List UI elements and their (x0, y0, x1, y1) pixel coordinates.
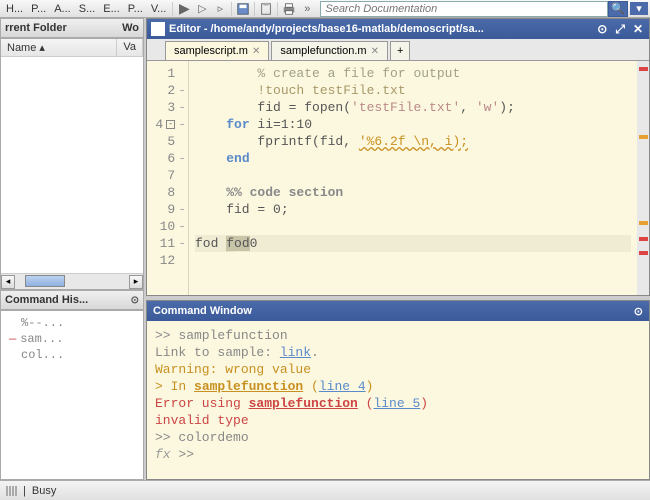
tab-close-icon[interactable]: ✕ (371, 46, 379, 57)
cmd-dropdown-icon[interactable]: ⊙ (634, 305, 643, 318)
command-window-header: Command Window ⊙ (147, 301, 649, 321)
menu-item[interactable]: A... (50, 2, 75, 16)
statusbar: | Busy (0, 480, 650, 500)
error-marker[interactable] (639, 67, 648, 71)
cmd-line: >> samplefunction (155, 327, 641, 344)
history-title: Command His... (5, 294, 88, 306)
run-icon[interactable]: ▶ (175, 1, 193, 17)
command-window-body[interactable]: >> samplefunctionLink to sample: link.Wa… (147, 321, 649, 479)
print-icon[interactable] (280, 1, 298, 17)
menu-item[interactable]: P... (124, 2, 147, 16)
folder-title: rrent Folder (5, 22, 67, 34)
editor-tabs: samplescript.m✕samplefunction.m✕+ (147, 39, 649, 61)
menu-item[interactable]: E... (99, 2, 124, 16)
error-marker[interactable] (639, 251, 648, 255)
col-name[interactable]: Name ▴ (1, 39, 117, 56)
save-icon[interactable] (234, 1, 252, 17)
history-item[interactable]: %--... (5, 315, 139, 331)
step-icon[interactable]: ▷ (193, 1, 211, 17)
code-body[interactable]: % create a file for output !touch testFi… (189, 61, 637, 295)
cmd-line: Warning: wrong value (155, 361, 641, 378)
layout-dropdown[interactable]: ▾ (630, 2, 648, 15)
error-marker[interactable] (639, 237, 648, 241)
cmd-link[interactable]: link (280, 345, 311, 360)
command-window-title: Command Window (153, 305, 252, 317)
menu-item[interactable]: S... (75, 2, 100, 16)
cmd-link[interactable]: line 4 (319, 379, 366, 394)
marker-strip[interactable] (637, 61, 649, 295)
warning-marker[interactable] (639, 221, 648, 225)
history-dropdown-icon[interactable]: ⊙ (131, 295, 139, 306)
fx-prompt[interactable]: fx (155, 447, 171, 462)
history-header: Command His... ⊙ (0, 290, 144, 310)
workspace-tab[interactable]: Wo (122, 22, 139, 34)
menubar: H...P...A...S...E...P...V... ▶ ▷ ▹ » 🔍 ▾ (0, 0, 650, 18)
status-text: Busy (32, 485, 56, 497)
folder-body (1, 57, 143, 273)
editor-header: Editor - /home/andy/projects/base16-matl… (147, 19, 649, 39)
current-folder-header: rrent Folder Wo (0, 18, 144, 38)
editor-tab[interactable]: samplefunction.m✕ (271, 41, 388, 60)
scroll-thumb[interactable] (25, 275, 65, 287)
more-icon[interactable]: » (298, 1, 316, 17)
current-folder-pane: Name ▴ Va ◂ ▸ (0, 38, 144, 290)
menu-item[interactable]: H... (2, 2, 27, 16)
editor-doc-icon (151, 22, 165, 36)
editor-tab[interactable]: samplescript.m✕ (165, 41, 269, 60)
menu-item[interactable]: V... (147, 2, 171, 16)
busy-bars-icon (6, 486, 17, 496)
search-input[interactable] (320, 1, 608, 17)
cmd-line: > In samplefunction (line 4) (155, 378, 641, 395)
editor-dropdown-icon[interactable]: ⊙ (595, 22, 609, 36)
cmd-link[interactable]: line 5 (373, 396, 420, 411)
menu-item[interactable]: P... (27, 2, 50, 16)
scroll-left-icon[interactable]: ◂ (1, 275, 15, 289)
history-item[interactable]: col... (5, 347, 139, 363)
cmd-line: >> colordemo (155, 429, 641, 446)
search-box: 🔍 (320, 1, 628, 17)
command-window-pane: Command Window ⊙ >> samplefunctionLink t… (146, 300, 650, 480)
hscrollbar[interactable]: ◂ ▸ (1, 273, 143, 289)
scroll-right-icon[interactable]: ▸ (129, 275, 143, 289)
editor-title: Editor - /home/andy/projects/base16-matl… (169, 23, 591, 35)
search-button[interactable]: 🔍 (608, 1, 628, 17)
tab-close-icon[interactable]: ✕ (252, 46, 260, 57)
gutter: 1 -2 -3 -4 - -5 -6 -7 -8 -9 -10 -11 -12 … (147, 61, 189, 295)
editor-close-icon[interactable]: ✕ (631, 22, 645, 36)
new-tab-button[interactable]: + (390, 41, 410, 60)
cmd-line: Error using samplefunction (line 5) (155, 395, 641, 412)
editor-pane: Editor - /home/andy/projects/base16-matl… (146, 18, 650, 296)
history-item[interactable]: —sam... (5, 331, 139, 347)
history-pane: %--...—sam...col... (0, 310, 144, 480)
advance-icon[interactable]: ▹ (211, 1, 229, 17)
warning-marker[interactable] (639, 135, 648, 139)
editor-undock-icon[interactable]: ⤢ (613, 22, 627, 37)
clipboard-icon[interactable] (257, 1, 275, 17)
cmd-line: invalid type (155, 412, 641, 429)
col-value[interactable]: Va (117, 39, 143, 56)
cmd-line: Link to sample: link. (155, 344, 641, 361)
